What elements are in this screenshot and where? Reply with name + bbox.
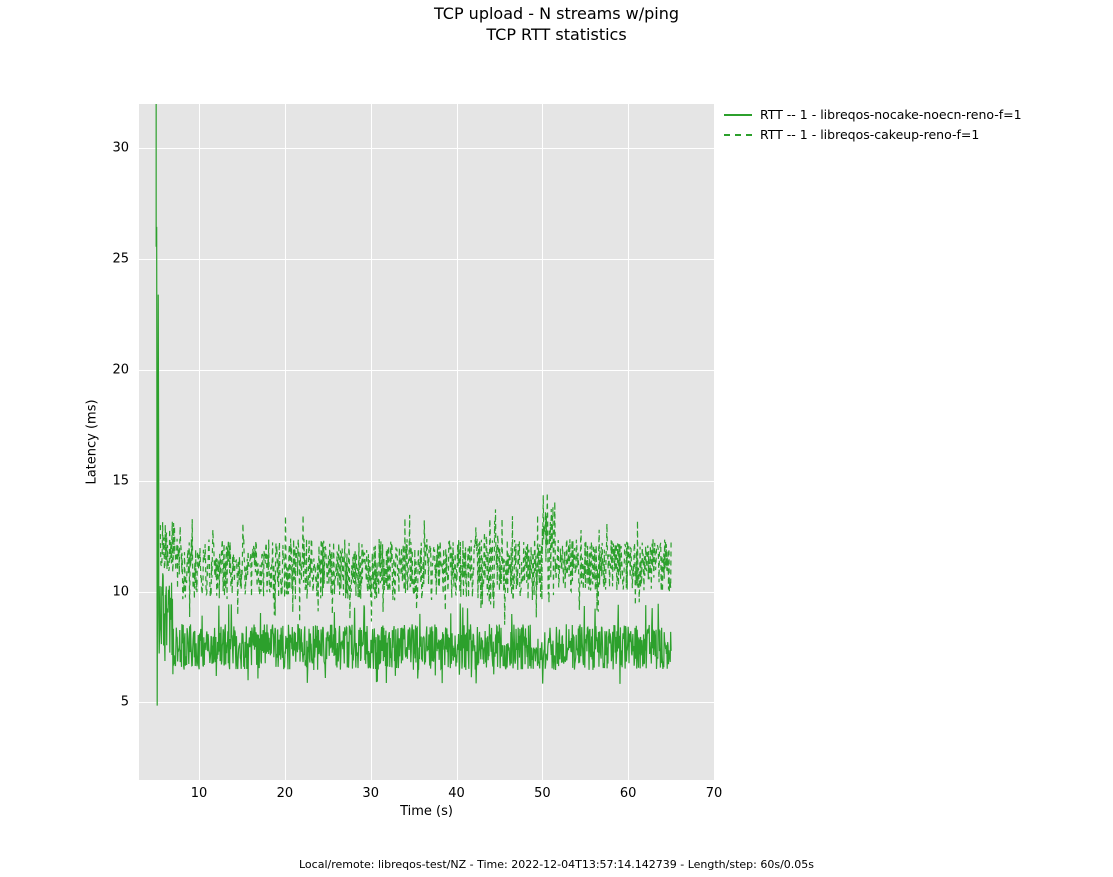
- x-tick-label: 10: [191, 786, 208, 801]
- legend-swatch: [724, 128, 752, 140]
- y-axis-label-wrap: Latency (ms): [92, 442, 177, 457]
- chart-title-line1: TCP upload - N streams w/ping: [0, 4, 1113, 23]
- y-axis-label: Latency (ms): [85, 399, 100, 484]
- y-tick-label: 5: [121, 695, 129, 710]
- series-line-0: [156, 104, 671, 706]
- x-axis-label: Time (s): [139, 804, 714, 819]
- x-tick-label: 50: [534, 786, 551, 801]
- legend-item: RTT -- 1 - libreqos-cakeup-reno-f=1: [724, 124, 1022, 144]
- x-tick-label: 40: [448, 786, 465, 801]
- y-tick-label: 20: [112, 362, 129, 377]
- legend-line: [724, 134, 752, 136]
- legend-label: RTT -- 1 - libreqos-cakeup-reno-f=1: [760, 127, 979, 142]
- x-tick-label: 60: [620, 786, 637, 801]
- legend-item: RTT -- 1 - libreqos-nocake-noecn-reno-f=…: [724, 104, 1022, 124]
- y-tick-label: 10: [112, 584, 129, 599]
- y-tick-label: 25: [112, 252, 129, 267]
- y-tick-label: 15: [112, 473, 129, 488]
- series-line-1: [160, 493, 671, 625]
- footer-text: Local/remote: libreqos-test/NZ - Time: 2…: [0, 858, 1113, 871]
- series-svg: [139, 104, 714, 780]
- chart-title-line2: TCP RTT statistics: [0, 25, 1113, 44]
- legend-line: [724, 114, 752, 116]
- legend: RTT -- 1 - libreqos-nocake-noecn-reno-f=…: [724, 104, 1022, 144]
- x-tick-label: 20: [277, 786, 294, 801]
- x-tick-label: 70: [706, 786, 723, 801]
- x-tick-label: 30: [362, 786, 379, 801]
- chart-figure: TCP upload - N streams w/ping TCP RTT st…: [0, 0, 1113, 877]
- legend-label: RTT -- 1 - libreqos-nocake-noecn-reno-f=…: [760, 107, 1022, 122]
- chart-title-block: TCP upload - N streams w/ping TCP RTT st…: [0, 4, 1113, 44]
- plot-area: [139, 104, 714, 780]
- legend-swatch: [724, 108, 752, 120]
- y-tick-label: 30: [112, 141, 129, 156]
